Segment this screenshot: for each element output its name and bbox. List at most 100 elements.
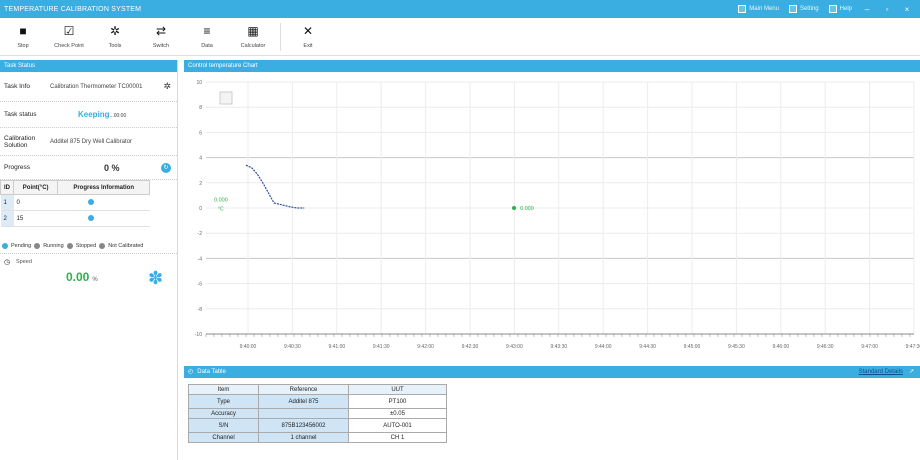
table-row[interactable]: 1 0 [0, 194, 150, 211]
setting-button[interactable]: Setting [788, 5, 819, 13]
progress-value: 0 % [104, 162, 120, 173]
left-value-unit: °C [218, 207, 224, 213]
x-tick-label: 9:43:30 [550, 344, 567, 350]
temperature-series-line [245, 164, 305, 209]
fan-icon[interactable]: ✽ [148, 268, 163, 289]
calibration-solution-label: Calibration Solution [4, 134, 36, 149]
maximize-button[interactable]: ▫ [882, 5, 892, 14]
table-cell: Item [188, 384, 259, 395]
switch-label: Switch [152, 43, 170, 49]
right-marker-icon [512, 206, 516, 210]
task-status-panel: Task Status Task Info Calibration Thermo… [0, 60, 178, 460]
x-tick-label: 9:44:30 [639, 344, 656, 350]
chart-header: Control temperature Chart [184, 60, 920, 72]
y-tick-label: 10 [196, 80, 202, 86]
table-row: Channel 1 channel CH 1 [188, 432, 447, 443]
table-cell: Channel [188, 432, 259, 443]
table-row: S/N 875B123456002 AUTO-001 [188, 418, 447, 433]
tools-label: Tools [108, 43, 122, 49]
calibration-solution-value: Additel 875 Dry Well Calibrator [50, 138, 132, 145]
table-cell: S/N [188, 418, 259, 433]
data-table-panel: ◴ Data Table Standard Details ↗ Item Ref… [184, 366, 920, 460]
table-row[interactable]: 2 15 [0, 210, 150, 227]
close-window-button[interactable]: × [902, 5, 912, 14]
x-tick-label: 9:46:30 [817, 344, 834, 350]
info-icon[interactable] [87, 214, 94, 221]
zoom-reset-icon[interactable] [219, 91, 233, 105]
toolbar: ■ Stop ☑ Check Point ✲ Tools ⇄ Switch ≡ Data … [0, 18, 920, 56]
legend-stopped: Stopped [75, 243, 97, 249]
steps-table: ID Point(°C) Progress Information 1 0 2 … [0, 180, 150, 227]
checkbox-icon: ☑ [63, 24, 75, 38]
table-cell: UUT [348, 384, 447, 395]
steps-col-id: ID [0, 180, 14, 195]
table-row: Accuracy ±0.05 [188, 408, 447, 419]
legend-not-calibrated: Not Calibrated [108, 243, 144, 249]
task-status-label: Task status [4, 111, 37, 118]
tools-button[interactable]: ✲ Tools [92, 18, 138, 49]
chart-icon[interactable]: ↗ [909, 366, 914, 378]
right-value-label: 0.000 [520, 206, 534, 212]
y-tick-label: 4 [199, 156, 202, 162]
settings-icon [788, 5, 797, 13]
fan-speed-unit: % [92, 277, 98, 283]
reference-table: Item Reference UUT Type Additel 875 PT10… [188, 384, 447, 443]
legend-pending: Pending [11, 243, 32, 249]
refresh-icon[interactable]: ↻ [161, 162, 171, 173]
step-point: 15 [13, 210, 58, 227]
fan-speed-value: 0.00 [66, 270, 90, 284]
table-cell: CH 1 [348, 432, 447, 443]
table-cell: PT100 [348, 394, 447, 409]
task-info-row: Task Info Calibration Thermometer TC0000… [0, 72, 177, 102]
y-tick-label: -6 [198, 282, 203, 288]
table-cell: 1 channel [258, 432, 349, 443]
x-tick-label: 9:42:00 [417, 344, 434, 350]
running-dot-icon [34, 243, 41, 249]
calculator-icon: ▦ [247, 24, 259, 38]
exit-label: Exit [303, 43, 313, 49]
x-tick-label: 9:47:00 [861, 344, 878, 350]
table-cell: Reference [258, 384, 349, 395]
exit-button[interactable]: ✕ Exit [285, 18, 331, 49]
window-icon [738, 5, 747, 13]
speed-indicator-icon: ◷ [4, 259, 11, 266]
switch-button[interactable]: ⇄ Switch [138, 18, 184, 49]
x-tick-label: 9:41:00 [328, 344, 345, 350]
check-point-label: Check Point [54, 43, 84, 49]
chart-panel: Control temperature Chart 10 8 6 4 2 0 -2 -4 -6 -… [184, 60, 920, 360]
gear-icon[interactable]: ✲ [163, 81, 171, 92]
stop-button[interactable]: ■ Stop [0, 18, 46, 49]
table-cell: Additel 875 [258, 394, 349, 409]
info-icon[interactable] [87, 198, 94, 205]
x-tick-label: 9:44:00 [595, 344, 612, 350]
step-id: 2 [0, 210, 14, 227]
data-table-header: ◴ Data Table Standard Details ↗ [184, 366, 920, 378]
temperature-chart[interactable]: 10 8 6 4 2 0 -2 -4 -6 -8 -10 9:40:00 9:40:30 9:41:00 9… [184, 72, 920, 372]
close-icon: ✕ [302, 24, 314, 38]
not-calibrated-dot-icon [99, 243, 106, 249]
help-button[interactable]: Help [828, 5, 852, 13]
status-legend: Pending Running Stopped Not Calibrated [0, 239, 177, 254]
check-point-button[interactable]: ☑ Check Point [46, 18, 92, 49]
x-tick-label: 9:42:30 [462, 344, 479, 350]
table-row: Item Reference UUT [188, 384, 447, 395]
y-tick-label: -4 [198, 256, 203, 262]
data-label: Data [201, 43, 213, 49]
y-tick-label: 6 [199, 130, 202, 136]
stop-label: Stop [17, 43, 29, 49]
x-tick-label: 9:40:00 [240, 344, 257, 350]
x-tick-label: 9:45:30 [728, 344, 745, 350]
standard-details-link[interactable]: Standard Details [859, 366, 903, 378]
main-menu-button[interactable]: Main Menu [738, 5, 779, 13]
data-button[interactable]: ≡ Data [184, 18, 230, 49]
speed-label: Speed [16, 259, 32, 265]
stopped-dot-icon [66, 243, 73, 249]
status-value: Keeping [78, 110, 110, 119]
progress-row: Progress 0 % ↻ [0, 156, 177, 180]
steps-col-point: Point(°C) [12, 180, 59, 195]
minimize-button[interactable]: – [862, 5, 872, 14]
fan-speed-box: ◷ Speed 0.00% ✽ [0, 254, 177, 300]
step-point: 0 [13, 194, 58, 211]
x-tick-label: 9:47:30 [906, 344, 920, 350]
calculator-button[interactable]: ▦ Calculator [230, 18, 276, 49]
